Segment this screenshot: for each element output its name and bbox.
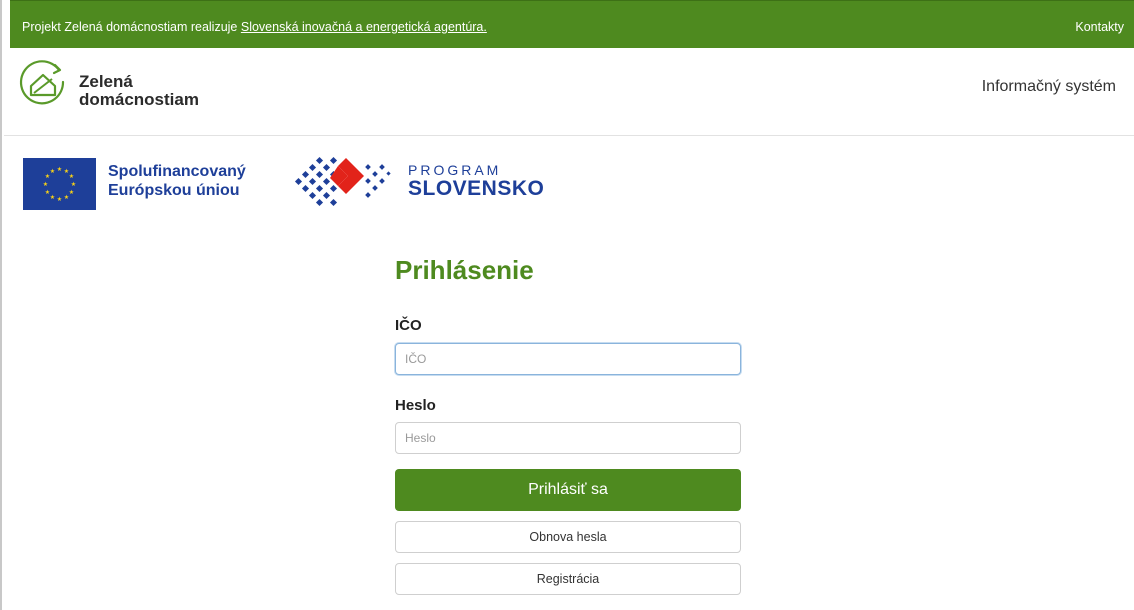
eu-text-line-2: Európskou úniou (108, 182, 240, 199)
logo-text[interactable]: Zelená domácnostiam (79, 73, 199, 109)
password-input[interactable] (395, 422, 741, 454)
password-reset-button[interactable]: Obnova hesla (395, 521, 741, 553)
eu-cofinanced-text: Spolufinancovaný Európskou úniou (108, 162, 246, 200)
login-title: Prihlásenie (395, 255, 534, 285)
top-bar-prefix: Projekt Zelená domácnostiam realizuje (22, 20, 241, 34)
svg-text:★: ★ (50, 168, 55, 175)
svg-text:★: ★ (69, 173, 74, 180)
svg-text:★: ★ (57, 166, 62, 173)
program-slovensko-logo (294, 156, 391, 207)
eu-text-line-1: Spolufinancovaný (108, 163, 246, 180)
login-button[interactable]: Prihlásiť sa (395, 469, 741, 511)
top-bar: Projekt Zelená domácnostiam realizuje Sl… (10, 0, 1134, 48)
register-button[interactable]: Registrácia (395, 563, 741, 595)
svg-text:★: ★ (45, 189, 50, 196)
svg-text:★: ★ (71, 181, 76, 188)
agency-link[interactable]: Slovenská inovačná a energetická agentúr… (241, 20, 487, 34)
site-header: Zelená domácnostiam Informačný systém (4, 48, 1134, 136)
svg-text:★: ★ (50, 194, 55, 201)
program-label: PROGRAM (408, 162, 502, 178)
svg-text:★: ★ (69, 189, 74, 196)
slovensko-label: SLOVENSKO (408, 177, 545, 200)
ico-label: IČO (395, 317, 422, 334)
eu-flag-icon: ★ ★ ★ ★ ★ ★ ★ ★ ★ ★ ★ ★ (23, 158, 96, 210)
logo-line-1: Zelená (79, 72, 133, 91)
password-label: Heslo (395, 397, 436, 414)
ico-input[interactable] (395, 343, 741, 375)
information-system-link[interactable]: Informačný systém (982, 78, 1116, 96)
contacts-link[interactable]: Kontakty (1075, 20, 1124, 34)
logo-line-2: domácnostiam (79, 90, 199, 109)
program-slovensko-text: PROGRAM SLOVENSKO (408, 162, 544, 200)
page: Projekt Zelená domácnostiam realizuje Sl… (0, 0, 1134, 610)
svg-text:★: ★ (64, 194, 69, 201)
svg-text:★: ★ (57, 196, 62, 203)
top-bar-text: Projekt Zelená domácnostiam realizuje Sl… (22, 20, 487, 34)
house-leaf-icon[interactable] (19, 60, 67, 108)
svg-text:★: ★ (43, 181, 48, 188)
